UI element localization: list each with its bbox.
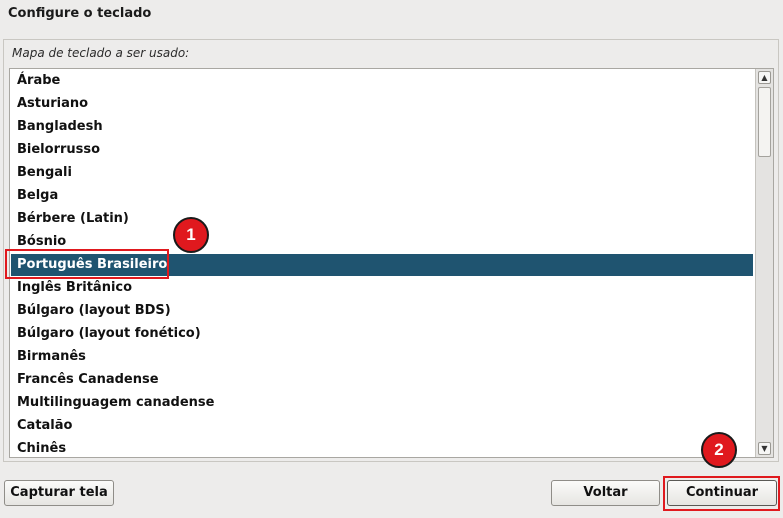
highlight-box-step-2: [663, 476, 780, 511]
keymap-list-item[interactable]: Chinês: [11, 438, 753, 457]
keymap-list-item[interactable]: Búlgaro (layout BDS): [11, 300, 753, 322]
keymap-list-item[interactable]: Birmanês: [11, 346, 753, 368]
scroll-down-icon[interactable]: ▼: [758, 442, 771, 455]
keymap-list-item[interactable]: Francês Canadense: [11, 369, 753, 391]
capture-screen-button[interactable]: Capturar tela: [4, 480, 114, 506]
keymap-list-item[interactable]: Asturiano: [11, 93, 753, 115]
keymap-list-item[interactable]: Bengali: [11, 162, 753, 184]
step-2-badge: 2: [701, 432, 737, 468]
highlight-box-step-1: [5, 249, 169, 279]
scroll-up-icon[interactable]: ▲: [758, 71, 771, 84]
keymap-list-item[interactable]: Catalão: [11, 415, 753, 437]
keymap-list-item[interactable]: Búlgaro (layout fonético): [11, 323, 753, 345]
scrollbar-thumb[interactable]: [758, 87, 771, 157]
keymap-list-item[interactable]: Belga: [11, 185, 753, 207]
back-button[interactable]: Voltar: [551, 480, 660, 506]
vertical-scrollbar[interactable]: ▲ ▼: [755, 69, 773, 457]
keymap-list-item[interactable]: Árabe: [11, 70, 753, 92]
keymap-list-item[interactable]: Inglês Britânico: [11, 277, 753, 299]
keymap-list-item[interactable]: Bielorrusso: [11, 139, 753, 161]
keymap-list-item[interactable]: Bérbere (Latin): [11, 208, 753, 230]
keymap-list-label: Mapa de teclado a ser usado:: [12, 46, 190, 60]
keymap-list-item[interactable]: Bangladesh: [11, 116, 753, 138]
step-1-badge: 1: [173, 217, 209, 253]
keymap-list-item[interactable]: Multilinguagem canadense: [11, 392, 753, 414]
page-title: Configure o teclado: [8, 6, 152, 21]
